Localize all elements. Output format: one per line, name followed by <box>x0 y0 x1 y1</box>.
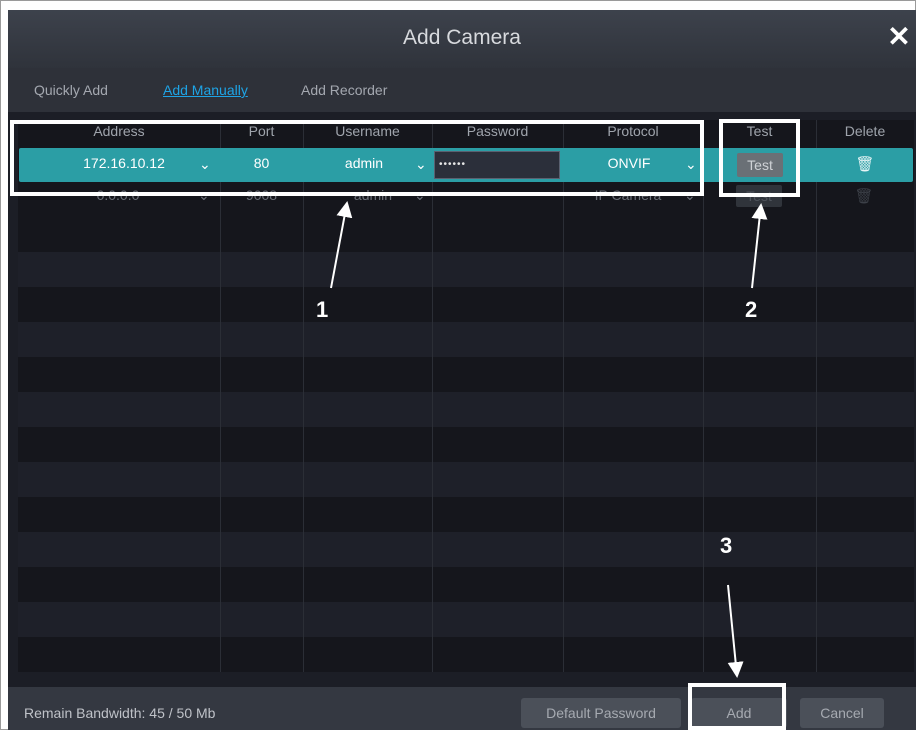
callout-number-3: 3 <box>720 533 733 558</box>
callout-arrows <box>330 201 768 678</box>
callout-number-2: 2 <box>745 297 758 322</box>
arrow-3 <box>727 584 744 678</box>
callout-number-1: 1 <box>316 297 329 322</box>
arrow-2 <box>751 203 768 289</box>
arrow-1 <box>330 201 353 289</box>
